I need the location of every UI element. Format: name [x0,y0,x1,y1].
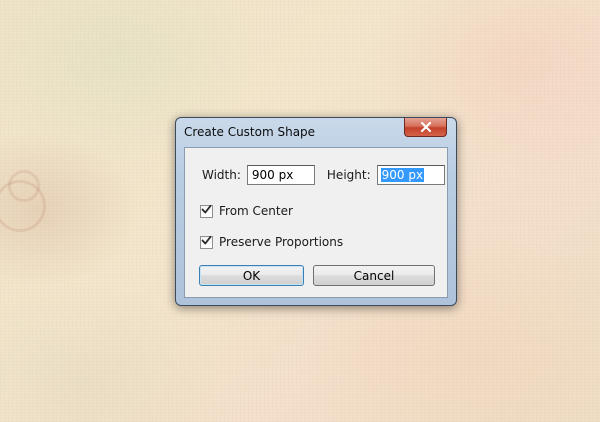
height-input[interactable]: 900 px [376,165,445,185]
dialog-content: Width: 900 px Height: 900 px From Center [184,147,448,298]
dialog-titlebar[interactable]: Create Custom Shape [176,118,456,146]
ok-button[interactable]: OK [199,265,304,286]
from-center-checkbox-row[interactable]: From Center [200,204,293,218]
background-flower-decoration [8,170,40,202]
preserve-proportions-label: Preserve Proportions [219,235,344,249]
from-center-label: From Center [219,204,293,218]
dialog-title: Create Custom Shape [184,125,316,139]
create-custom-shape-dialog: Create Custom Shape Width: 900 px Height… [175,117,457,306]
cancel-button-label: Cancel [353,268,395,283]
cancel-button[interactable]: Cancel [313,265,435,286]
checkmark-icon [201,235,212,249]
close-icon [420,122,432,132]
close-button[interactable] [404,118,447,137]
checkmark-icon [201,204,212,218]
width-value: 900 px [251,168,294,182]
height-label: Height: [326,168,371,182]
preserve-proportions-checkbox[interactable] [200,235,213,249]
preserve-proportions-checkbox-row[interactable]: Preserve Proportions [200,235,343,249]
from-center-checkbox[interactable] [200,204,213,218]
ok-button-label: OK [242,268,261,283]
width-input[interactable]: 900 px [246,165,315,185]
width-label: Width: [202,168,241,182]
height-value: 900 px [380,168,425,182]
